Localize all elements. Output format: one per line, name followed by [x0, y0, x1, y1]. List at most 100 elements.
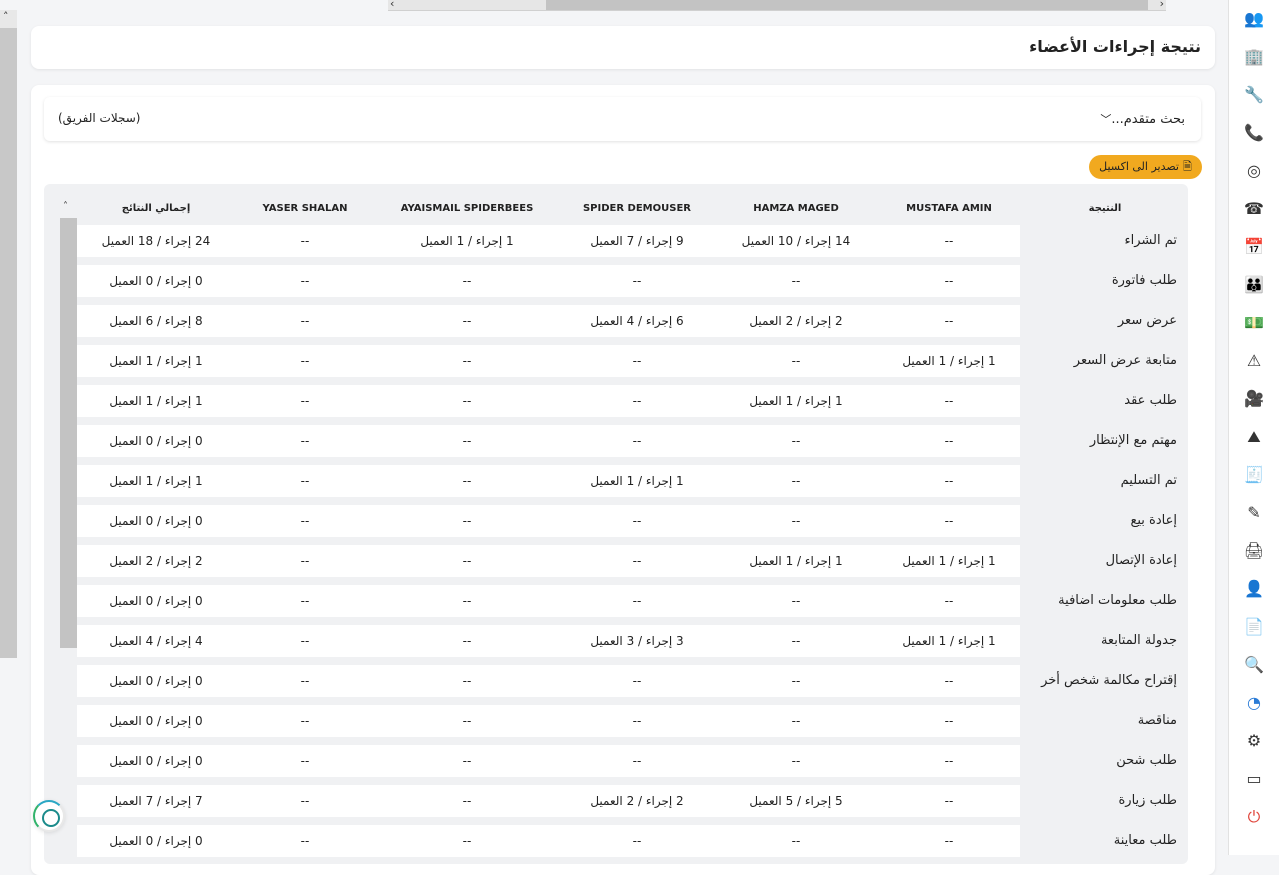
add-document-icon[interactable]: 📄	[1243, 616, 1265, 638]
table-cell: 1 إجراء / 1 العميل	[902, 354, 996, 368]
telephone-icon[interactable]: ☎	[1243, 198, 1265, 220]
table-row: طلب شحن -- -- -- -- -- 0 إجراء / 0 العميل	[77, 745, 1188, 777]
row-label: إعادة بيع	[1130, 513, 1177, 528]
phone-call-icon[interactable]: 📞	[1243, 122, 1265, 144]
money-icon[interactable]: 💵	[1243, 312, 1265, 334]
table-cell: 0 إجراء / 0 العميل	[109, 594, 203, 608]
screen-icon[interactable]: ▭	[1243, 768, 1265, 790]
loading-spinner-icon	[33, 800, 65, 832]
horizontal-scrollbar-thumb[interactable]	[546, 0, 1148, 10]
user-settings-icon[interactable]: 👤	[1243, 578, 1265, 600]
table-cell: --	[632, 434, 642, 448]
table-cell: --	[300, 714, 310, 728]
chevron-down-icon: ﹀	[1100, 113, 1112, 126]
table-cell: --	[462, 594, 472, 608]
table-row: طلب معاينة -- -- -- -- -- 0 إجراء / 0 العميل	[77, 825, 1188, 857]
table-cell: --	[462, 274, 472, 288]
row-label: تم الشراء	[1124, 233, 1177, 248]
right-sidebar: 👥 🏢 🔧 📞 ◎ ☎ 📅 👪 💵 ⚠ 🎥 ⛰ 🧾 ✎ 🖨 👤 📄 🔍 ◔ ⚙ ▭ ⏻	[1228, 0, 1279, 855]
table-row: طلب زيارة -- 5 إجراء / 5 العميل 2 إجراء / 2…	[77, 785, 1188, 817]
page-vertical-scrollbar-thumb[interactable]	[0, 28, 17, 658]
column-header-2[interactable]: HAMZA MAGED	[716, 186, 876, 222]
scroll-right-arrow-icon[interactable]: ›	[1160, 0, 1164, 10]
table-cell: --	[300, 314, 310, 328]
table-cell: 3 إجراء / 3 العميل	[590, 634, 684, 648]
horizontal-scrollbar[interactable]: ‹ ›	[388, 0, 1166, 11]
table-cell: 1 إجراء / 1 العميل	[109, 394, 203, 408]
document-search-icon[interactable]: 🔍	[1243, 654, 1265, 676]
table-cell: 9 إجراء / 7 العميل	[590, 234, 684, 248]
table-row: تم التسليم -- -- 1 إجراء / 1 العميل -- -- 1 إج…	[77, 465, 1188, 497]
mountain-icon[interactable]: ⛰	[1243, 426, 1265, 448]
table-cell: --	[791, 674, 801, 688]
building-icon[interactable]: 🏢	[1243, 46, 1265, 68]
table-cell: --	[300, 834, 310, 848]
warning-icon[interactable]: ⚠	[1243, 350, 1265, 372]
invoice-icon[interactable]: 🧾	[1243, 464, 1265, 486]
table-cell: 14 إجراء / 10 العميل	[741, 234, 851, 248]
table-cell: --	[791, 594, 801, 608]
row-label: تم التسليم	[1120, 473, 1177, 488]
pen-icon[interactable]: ✎	[1243, 502, 1265, 524]
column-header-1[interactable]: MUSTAFA AMIN	[869, 186, 1029, 222]
page-vertical-scrollbar[interactable]: ˄	[0, 10, 17, 658]
table-cell: --	[791, 434, 801, 448]
table-body: تم الشراء -- 14 إجراء / 10 العميل 9 إجراء /…	[77, 225, 1188, 857]
team-icon[interactable]: 👪	[1243, 274, 1265, 296]
table-row: جدولة المتابعة 1 إجراء / 1 العميل -- 3 إجرا…	[77, 625, 1188, 657]
video-icon[interactable]: 🎥	[1243, 388, 1265, 410]
table-scroll-up-arrow-icon[interactable]: ˄	[63, 201, 68, 212]
column-header-6[interactable]: إجمالي النتائج	[76, 186, 236, 222]
table-row: طلب معلومات اضافية -- -- -- -- -- 0 إجراء / 0 …	[77, 585, 1188, 617]
chart-icon[interactable]: ◔	[1243, 692, 1265, 714]
power-icon[interactable]: ⏻	[1243, 806, 1265, 828]
team-records-label: (سجلات الفريق)	[58, 111, 141, 125]
table-cell: --	[462, 434, 472, 448]
table-cell: --	[462, 794, 472, 808]
table-cell: 1 إجراء / 1 العميل	[109, 474, 203, 488]
calendar-settings-icon[interactable]: 📅	[1243, 236, 1265, 258]
tools-icon[interactable]: 🔧	[1243, 84, 1265, 106]
table-header: النتيجة MUSTAFA AMIN HAMZA MAGED SPIDER DEM…	[77, 186, 1188, 222]
target-icon[interactable]: ◎	[1243, 160, 1265, 182]
advanced-search-toggle[interactable]: بحث متقدم...﹀	[1094, 111, 1185, 127]
table-cell: --	[944, 434, 954, 448]
table-cell: --	[632, 834, 642, 848]
table-row: إقتراح مكالمة شخص أخر -- -- -- -- -- 0 إجراء /…	[77, 665, 1188, 697]
users-icon[interactable]: 👥	[1243, 8, 1265, 30]
table-cell: --	[462, 474, 472, 488]
table-cell: --	[300, 554, 310, 568]
table-cell: --	[462, 674, 472, 688]
loading-spinner-inner	[42, 809, 60, 827]
table-cell: 5 إجراء / 5 العميل	[749, 794, 843, 808]
document-icon: 🗎	[1182, 160, 1192, 173]
table-cell: 2 إجراء / 2 العميل	[749, 314, 843, 328]
advanced-search-label: بحث متقدم...	[1111, 112, 1185, 127]
table-cell: --	[791, 474, 801, 488]
table-cell: --	[300, 434, 310, 448]
table-cell: --	[791, 834, 801, 848]
row-label: طلب فاتورة	[1111, 273, 1177, 288]
table-cell: --	[944, 314, 954, 328]
settings-icon[interactable]: ⚙	[1243, 730, 1265, 752]
table-cell: --	[791, 274, 801, 288]
table-cell: --	[791, 354, 801, 368]
column-header-3[interactable]: SPIDER DEMOUSER	[557, 186, 717, 222]
table-cell: --	[462, 634, 472, 648]
advanced-search-bar[interactable]: بحث متقدم...﹀ (سجلات الفريق)	[44, 97, 1201, 141]
row-label: طلب شحن	[1116, 753, 1177, 768]
table-cell: --	[944, 274, 954, 288]
table-cell: --	[632, 754, 642, 768]
page-title: نتيجة إجراءات الأعضاء	[1029, 37, 1201, 56]
table-cell: --	[462, 314, 472, 328]
column-header-4[interactable]: AYAISMAIL SPIDERBEES	[387, 186, 547, 222]
column-header-5[interactable]: YASER SHALAN	[225, 186, 385, 222]
export-excel-button[interactable]: 🗎تصدير الى اكسيل	[1089, 155, 1202, 179]
table-cell: --	[944, 794, 954, 808]
scroll-left-arrow-icon[interactable]: ‹	[390, 0, 394, 10]
column-header-0[interactable]: النتيجة	[1025, 186, 1185, 222]
scroll-up-arrow-icon[interactable]: ˄	[3, 10, 9, 23]
printer-icon[interactable]: 🖨	[1243, 540, 1265, 562]
table-vertical-scrollbar[interactable]	[60, 218, 77, 648]
row-label: طلب عقد	[1124, 393, 1177, 408]
